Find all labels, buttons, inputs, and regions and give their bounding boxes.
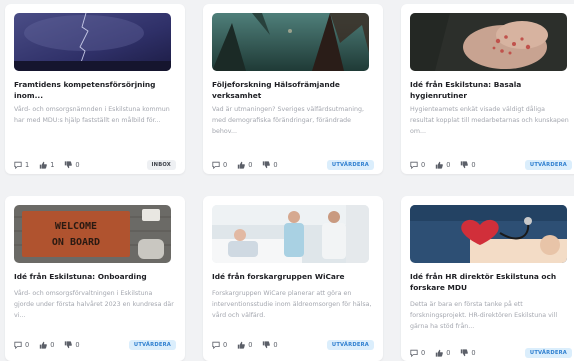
card-image[interactable] bbox=[410, 13, 567, 71]
card-title[interactable]: Idé från forskargruppen WiCare bbox=[212, 272, 372, 283]
dislike-count[interactable]: 0 bbox=[460, 349, 476, 357]
dislike-count-value: 0 bbox=[471, 161, 476, 169]
comment-icon bbox=[212, 341, 220, 349]
like-count[interactable]: 0 bbox=[39, 341, 54, 349]
idea-card[interactable]: Framtidens kompetensförsörjning inom... … bbox=[5, 4, 185, 174]
thumbs-down-icon bbox=[461, 161, 469, 169]
doormat-text-welcome: WELCOME bbox=[55, 221, 97, 232]
like-count[interactable]: 0 bbox=[237, 161, 252, 169]
thumbs-up-icon bbox=[40, 161, 48, 169]
card-title[interactable]: Idé från Eskilstuna: Basala hygienrutine… bbox=[410, 80, 570, 101]
card-meta: 0 0 0 UTVÄRDERA bbox=[410, 159, 572, 171]
dislike-count[interactable]: 0 bbox=[64, 161, 80, 169]
comment-count[interactable]: 0 bbox=[14, 341, 29, 349]
forest-trees-photo bbox=[212, 13, 369, 71]
comment-count-value: 0 bbox=[223, 341, 228, 349]
thumbs-up-icon bbox=[436, 161, 444, 169]
thumbs-up-icon bbox=[436, 349, 444, 357]
idea-card-grid: Framtidens kompetensförsörjning inom... … bbox=[0, 0, 574, 361]
thumbs-down-icon bbox=[263, 341, 271, 349]
like-count[interactable]: 1 bbox=[39, 161, 54, 169]
comment-count[interactable]: 0 bbox=[212, 341, 227, 349]
idea-card[interactable]: Följeforskning Hälsofrämjande verksamhet… bbox=[203, 4, 383, 174]
card-excerpt: Detta är bara en första tanke på ett for… bbox=[410, 301, 558, 330]
status-badge: UTVÄRDERA bbox=[326, 160, 374, 170]
welcome-on-board-doormat-photo: WELCOME ON BOARD bbox=[14, 205, 171, 263]
comment-count[interactable]: 0 bbox=[212, 161, 227, 169]
card-excerpt: Vård- och omsorgsförvaltningen i Eskilst… bbox=[14, 290, 174, 319]
dislike-count-value: 0 bbox=[75, 341, 80, 349]
like-count-value: 0 bbox=[50, 341, 55, 349]
card-meta: 1 1 0 INBOX bbox=[14, 159, 176, 171]
comment-count[interactable]: 1 bbox=[14, 161, 29, 169]
comment-icon bbox=[410, 161, 418, 169]
thumbs-up-icon bbox=[238, 341, 246, 349]
status-badge: UTVÄRDERA bbox=[524, 348, 572, 358]
like-count[interactable]: 0 bbox=[237, 341, 252, 349]
status-badge: UTVÄRDERA bbox=[128, 340, 176, 350]
thumbs-down-icon bbox=[263, 161, 271, 169]
card-excerpt: Vård- och omsorgsnämnden i Eskilstuna ko… bbox=[14, 106, 170, 124]
dislike-count[interactable]: 0 bbox=[262, 341, 278, 349]
like-count-value: 0 bbox=[446, 161, 451, 169]
thumbs-up-icon bbox=[40, 341, 48, 349]
comment-count[interactable]: 0 bbox=[410, 349, 425, 357]
card-image[interactable] bbox=[212, 13, 369, 71]
dislike-count-value: 0 bbox=[75, 161, 80, 169]
storm-lightning-photo bbox=[14, 13, 171, 71]
card-excerpt: Vad är utmaningen? Sveriges välfärdsutma… bbox=[212, 106, 364, 135]
card-image[interactable] bbox=[410, 205, 567, 263]
comment-icon bbox=[410, 349, 418, 357]
card-title[interactable]: Idé från Eskilstuna: Onboarding bbox=[14, 272, 174, 283]
care-staff-patient-photo bbox=[212, 205, 369, 263]
card-title[interactable]: Följeforskning Hälsofrämjande verksamhet bbox=[212, 80, 372, 101]
thumbs-down-icon bbox=[461, 349, 469, 357]
comment-count-value: 0 bbox=[25, 341, 30, 349]
like-count-value: 0 bbox=[446, 349, 451, 357]
card-title[interactable]: Framtidens kompetensförsörjning inom... bbox=[14, 80, 174, 101]
dislike-count-value: 0 bbox=[471, 349, 476, 357]
dislike-count[interactable]: 0 bbox=[64, 341, 80, 349]
comment-icon bbox=[14, 341, 22, 349]
idea-card[interactable]: Idé från Eskilstuna: Basala hygienrutine… bbox=[401, 4, 574, 174]
comment-count-value: 0 bbox=[421, 349, 426, 357]
doormat-text-on-board: ON BOARD bbox=[52, 237, 100, 248]
comment-count-value: 0 bbox=[223, 161, 228, 169]
status-badge: INBOX bbox=[146, 160, 176, 170]
comment-icon bbox=[14, 161, 22, 169]
idea-card[interactable]: Idé från forskargruppen WiCare Forskargr… bbox=[203, 196, 383, 361]
card-title[interactable]: Idé från HR direktör Eskilstuna och fors… bbox=[410, 272, 570, 293]
dislike-count[interactable]: 0 bbox=[460, 161, 476, 169]
comment-count-value: 1 bbox=[25, 161, 30, 169]
dislike-count-value: 0 bbox=[273, 161, 278, 169]
hands-bacteria-photo bbox=[410, 13, 567, 71]
thumbs-down-icon bbox=[65, 161, 73, 169]
thumbs-up-icon bbox=[238, 161, 246, 169]
like-count-value: 1 bbox=[50, 161, 55, 169]
card-excerpt: Forskargruppen WiCare planerar att göra … bbox=[212, 290, 372, 319]
thumbs-down-icon bbox=[65, 341, 73, 349]
like-count-value: 0 bbox=[248, 341, 253, 349]
like-count[interactable]: 0 bbox=[435, 161, 450, 169]
card-meta: 0 0 0 UTVÄRDERA bbox=[212, 159, 374, 171]
idea-card[interactable]: WELCOME ON BOARD Idé från Eskilstuna: On… bbox=[5, 196, 185, 361]
card-image[interactable] bbox=[212, 205, 369, 263]
dislike-count[interactable]: 0 bbox=[262, 161, 278, 169]
stethoscope-heart-photo bbox=[410, 205, 567, 263]
dislike-count-value: 0 bbox=[273, 341, 278, 349]
comment-icon bbox=[212, 161, 220, 169]
card-meta: 0 0 0 UTVÄRDERA bbox=[410, 347, 572, 359]
card-image[interactable] bbox=[14, 13, 171, 71]
status-badge: UTVÄRDERA bbox=[326, 340, 374, 350]
card-meta: 0 0 0 UTVÄRDERA bbox=[14, 339, 176, 351]
like-count[interactable]: 0 bbox=[435, 349, 450, 357]
comment-count-value: 0 bbox=[421, 161, 426, 169]
idea-card[interactable]: Idé från HR direktör Eskilstuna och fors… bbox=[401, 196, 574, 361]
status-badge: UTVÄRDERA bbox=[524, 160, 572, 170]
card-image[interactable]: WELCOME ON BOARD bbox=[14, 205, 171, 263]
comment-count[interactable]: 0 bbox=[410, 161, 425, 169]
card-excerpt: Hygienteamets enkät visade väldigt dålig… bbox=[410, 106, 569, 135]
like-count-value: 0 bbox=[248, 161, 253, 169]
card-meta: 0 0 0 UTVÄRDERA bbox=[212, 339, 374, 351]
